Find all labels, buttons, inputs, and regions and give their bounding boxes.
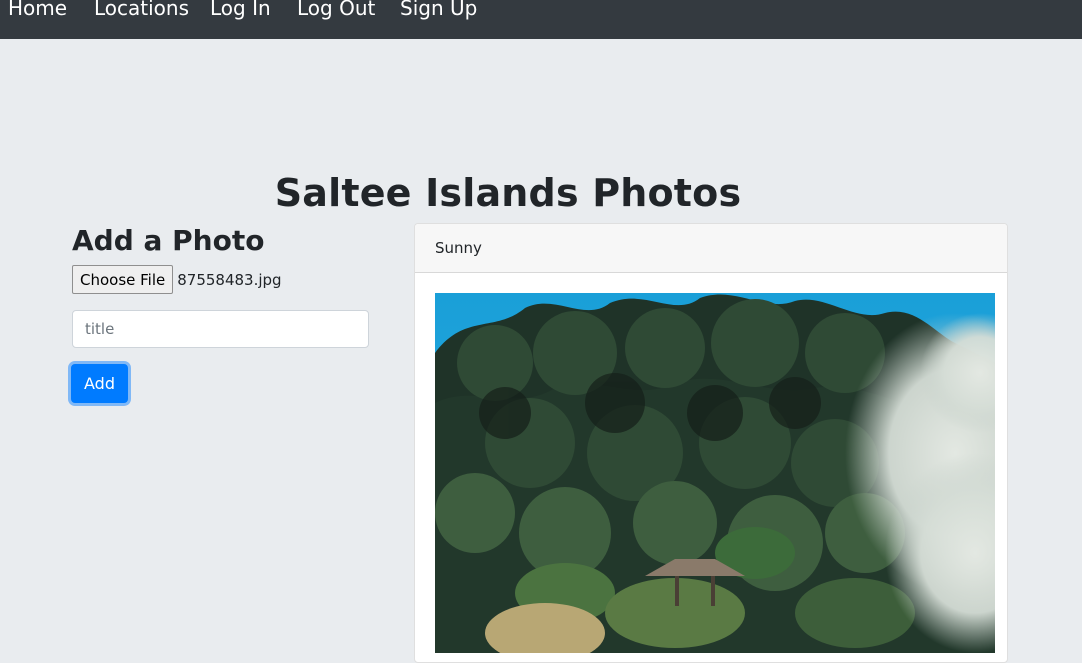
photo-image	[435, 293, 995, 653]
add-button[interactable]: Add	[71, 364, 128, 403]
photo-card-header: Sunny	[415, 224, 1007, 273]
photo-title: Sunny	[435, 239, 482, 257]
top-navbar: Home Locations Log In Log Out Sign Up	[0, 0, 1082, 39]
nav-link-locations[interactable]: Locations	[94, 0, 189, 20]
nav-link-log-in[interactable]: Log In	[210, 0, 271, 20]
page-title: Saltee Islands Photos	[274, 171, 742, 215]
selected-file-name: 87558483.jpg	[177, 270, 282, 289]
nav-link-log-out[interactable]: Log Out	[297, 0, 375, 20]
file-picker: Choose File 87558483.jpg	[72, 265, 282, 294]
photo-card: Sunny	[414, 223, 1008, 663]
nav-link-sign-up[interactable]: Sign Up	[400, 0, 477, 20]
nav-link-home[interactable]: Home	[8, 0, 67, 20]
title-input[interactable]	[72, 310, 369, 348]
choose-file-button[interactable]: Choose File	[72, 265, 174, 294]
add-photo-heading: Add a Photo	[72, 224, 265, 257]
